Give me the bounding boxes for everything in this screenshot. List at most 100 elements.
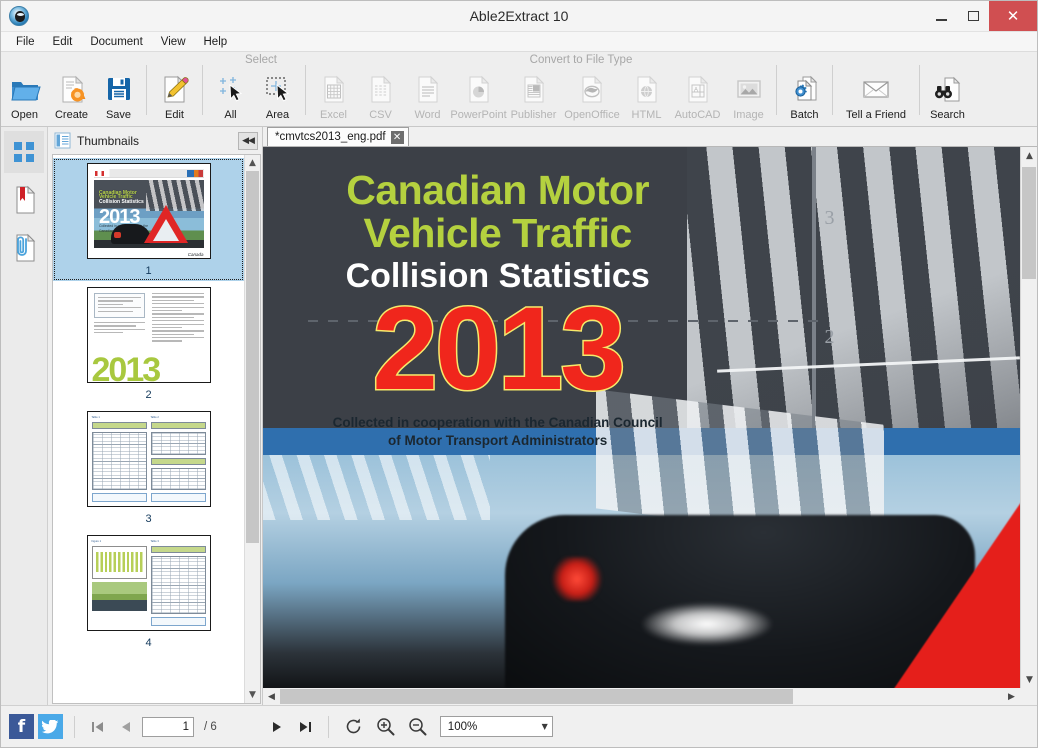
menu-item-file[interactable]: File — [7, 34, 44, 50]
batch-button[interactable]: Batch — [781, 59, 828, 123]
toolbar-group-batch: Batch — [781, 57, 828, 123]
pdf-page-1: 3 2 Canadian Motor Vehicle Traffic Colli… — [263, 147, 1020, 688]
convert-autocad-label: AutoCAD — [674, 109, 721, 121]
bookmarks-pane-button[interactable] — [4, 179, 44, 221]
thumbnail-preview-3: Table 1 Table 2 — [86, 411, 211, 507]
menu-item-document[interactable]: Document — [81, 34, 151, 50]
convert-image-button[interactable]: Image — [725, 59, 772, 123]
previous-page-button[interactable] — [114, 714, 138, 740]
thumbnail-preview-2: 2013 — [86, 287, 211, 383]
viewer-horizontal-scrollbar[interactable]: ◀ ▶ — [263, 688, 1037, 705]
viewer-scroll-right-button[interactable]: ▶ — [1003, 688, 1020, 705]
viewer-scroll-track[interactable] — [1021, 164, 1037, 671]
toolbar-separator — [146, 65, 147, 115]
viewer-scroll-up-button[interactable]: ▲ — [1021, 147, 1038, 164]
thumbnails-scroll-down-button[interactable]: ▼ — [245, 687, 260, 703]
convert-csv-label: CSV — [369, 109, 392, 121]
binoculars-icon — [932, 73, 964, 105]
convert-autocad-button[interactable]: A AutoCAD — [670, 59, 725, 123]
thumbnails-pane-button[interactable] — [4, 131, 44, 173]
zoom-in-button[interactable] — [372, 713, 400, 741]
pdf-credit-line-2: of Motor Transport Administrators — [388, 432, 608, 448]
create-button-label: Create — [54, 109, 89, 121]
convert-word-button[interactable]: Word — [404, 59, 451, 123]
close-button[interactable]: ✕ — [989, 1, 1037, 31]
menu-item-edit[interactable]: Edit — [44, 34, 82, 50]
viewer-scroll-left-button[interactable]: ◀ — [263, 688, 280, 705]
viewer-vertical-scrollbar[interactable]: ▲ ▼ — [1020, 147, 1037, 688]
facebook-icon[interactable]: f — [9, 714, 34, 739]
chevron-down-icon: ▼ — [541, 722, 548, 731]
menu-item-view[interactable]: View — [152, 34, 195, 50]
save-button[interactable]: Save — [95, 59, 142, 123]
autocad-icon: A — [682, 73, 714, 105]
select-area-button-label: Area — [265, 109, 290, 121]
thumbnails-scroll-thumb[interactable] — [246, 171, 259, 543]
menu-item-help[interactable]: Help — [195, 34, 237, 50]
select-area-icon — [262, 73, 294, 105]
open-button[interactable]: Open — [1, 59, 48, 123]
pdf-cover-text-block: Canadian Motor Vehicle Traffic Collision… — [263, 168, 732, 450]
thumbnail-item-1[interactable]: Canadian Motor Vehicle Traffic Collision… — [53, 158, 244, 281]
thumbnails-panel-header: Thumbnails ◀◀ — [48, 127, 262, 154]
viewer-scroll-down-button[interactable]: ▼ — [1021, 671, 1038, 688]
thumbnails-scrollbar[interactable]: ▲ ▼ — [244, 155, 260, 703]
convert-excel-button[interactable]: Excel — [310, 59, 357, 123]
convert-html-button[interactable]: HTML — [623, 59, 670, 123]
thumbnail2-year: 2013 — [91, 351, 162, 383]
select-area-button[interactable]: Area — [254, 59, 301, 123]
title-bar: Able2Extract 10 ✕ — [1, 1, 1037, 32]
thumb1-canada-wordmark: Canada — [187, 252, 204, 257]
collapse-panel-button[interactable]: ◀◀ — [238, 131, 258, 150]
convert-powerpoint-button[interactable]: PowerPoint — [450, 59, 507, 123]
zoom-out-button[interactable] — [404, 713, 432, 741]
save-disk-icon — [103, 73, 135, 105]
first-page-button[interactable] — [86, 714, 110, 740]
last-page-button[interactable] — [293, 714, 317, 740]
minimize-icon — [935, 18, 947, 21]
toolbar-separator — [305, 65, 306, 115]
menu-bar: File Edit Document View Help — [1, 32, 1037, 52]
thumbnails-scroll-track[interactable] — [245, 171, 260, 687]
document-tab[interactable]: *cmvtcs2013_eng.pdf ✕ — [267, 127, 409, 146]
convert-csv-button[interactable]: CSV — [357, 59, 404, 123]
open-button-label: Open — [11, 109, 38, 121]
toolbar-separator — [919, 65, 920, 115]
next-page-button[interactable] — [265, 714, 289, 740]
attachments-pane-button[interactable] — [4, 227, 44, 269]
viewer-hscroll-track[interactable] — [280, 688, 1003, 705]
page-number-input[interactable] — [142, 716, 194, 737]
thumb1-title-white: Collision Statistics — [99, 199, 144, 206]
pdf-year: 2013 — [371, 282, 628, 415]
thumbnail-item-2[interactable]: 2013 2 — [53, 282, 244, 405]
document-tab-label: *cmvtcs2013_eng.pdf — [275, 131, 386, 143]
maximize-button[interactable] — [957, 1, 989, 31]
viewer-hscroll-thumb[interactable] — [280, 689, 794, 704]
save-button-label: Save — [105, 109, 132, 121]
toolbar-separator — [202, 65, 203, 115]
viewer-scroll-thumb[interactable] — [1022, 167, 1036, 279]
thumbnails-list[interactable]: Canadian Motor Vehicle Traffic Collision… — [53, 155, 244, 703]
thumbnail-item-3[interactable]: Table 1 Table 2 3 — [53, 406, 244, 529]
convert-publisher-button[interactable]: Publisher — [506, 59, 561, 123]
select-all-button[interactable]: All — [207, 59, 254, 123]
edit-button-label: Edit — [165, 109, 184, 121]
twitter-icon[interactable] — [38, 714, 63, 739]
search-button[interactable]: Search — [924, 59, 971, 123]
minimize-button[interactable] — [925, 1, 957, 31]
tell-a-friend-button[interactable]: Tell a Friend — [837, 59, 915, 123]
publisher-icon — [518, 73, 550, 105]
convert-openoffice-button[interactable]: OpenOffice — [561, 59, 623, 123]
thumbnail-item-4[interactable]: Figure 1 Table 3 4 — [53, 530, 244, 653]
pdf-viewport[interactable]: 3 2 Canadian Motor Vehicle Traffic Colli… — [263, 147, 1020, 688]
edit-button[interactable]: Edit — [151, 59, 198, 123]
paperclip-icon — [10, 233, 38, 263]
rotate-button[interactable] — [340, 713, 368, 741]
batch-button-label: Batch — [790, 109, 819, 121]
window-controls: ✕ — [925, 1, 1037, 31]
create-button[interactable]: Create — [48, 59, 95, 123]
close-icon[interactable]: ✕ — [390, 130, 404, 144]
zoom-level-dropdown[interactable]: 100% ▼ — [439, 716, 553, 737]
thumbnails-scroll-up-button[interactable]: ▲ — [245, 155, 260, 171]
status-bar: f / 6 — [1, 705, 1037, 747]
